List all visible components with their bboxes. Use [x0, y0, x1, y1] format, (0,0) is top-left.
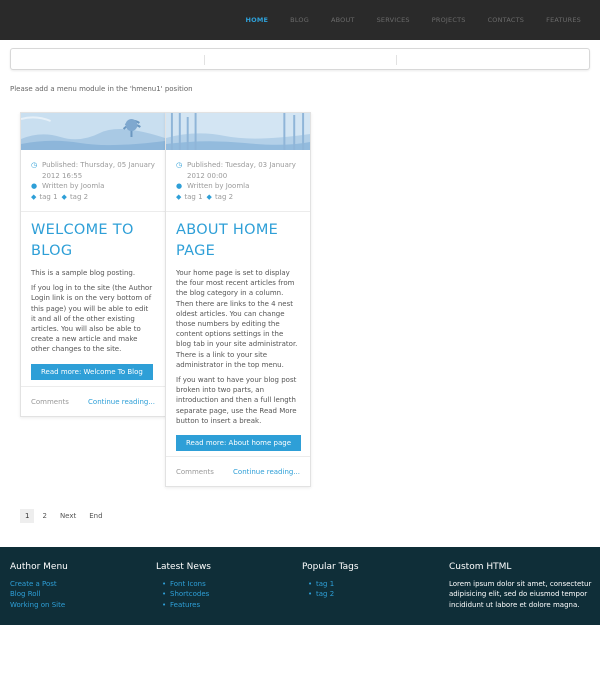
article-paragraph: Your home page is set to display the fou…	[176, 269, 298, 369]
tag-link[interactable]: tag 1	[39, 192, 57, 203]
latest-news-list: Font Icons Shortcodes Features	[156, 579, 211, 611]
menu-module-notice: Please add a menu module in the 'hmenu1'…	[10, 85, 193, 93]
footer-heading: Custom HTML	[449, 562, 512, 572]
footer-link[interactable]: Working on Site	[10, 600, 68, 611]
footer-heading: Author Menu	[10, 562, 68, 572]
footer-heading: Popular Tags	[302, 562, 359, 572]
footer-link[interactable]: Blog Roll	[10, 589, 68, 600]
footer-list-item[interactable]: Shortcodes	[162, 589, 211, 600]
nav-contacts[interactable]: CONTACTS	[477, 16, 536, 24]
tag-icon: ◆	[206, 192, 212, 201]
blog-article-card: ◷ Published: Tuesday, 03 January 2012 00…	[165, 112, 311, 487]
user-icon: ●	[31, 182, 38, 190]
published-date: Published: Thursday, 05 January 2012 16:…	[42, 161, 155, 180]
next-page-link[interactable]: Next	[55, 509, 81, 523]
article-title[interactable]: WELCOME TO BLOG	[21, 212, 165, 262]
article-paragraph: This is a sample blog posting.	[31, 269, 136, 277]
article-body: Your home page is set to display the fou…	[166, 262, 310, 426]
clock-icon: ◷	[31, 161, 38, 169]
tag-link[interactable]: tag 1	[184, 192, 202, 203]
header-module-strip	[10, 48, 590, 70]
article-header-image	[166, 113, 310, 150]
comments-link[interactable]: Comments	[31, 398, 69, 406]
article-meta: ◷ Published: Thursday, 05 January 2012 1…	[21, 150, 165, 212]
page-2-link[interactable]: 2	[37, 509, 51, 523]
article-title[interactable]: ABOUT HOME PAGE	[166, 212, 310, 262]
nav-about[interactable]: ABOUT	[320, 16, 366, 24]
footer-list-item[interactable]: tag 1	[308, 579, 359, 590]
blog-article-card: ◷ Published: Thursday, 05 January 2012 1…	[20, 112, 166, 417]
footer-custom-html: Custom HTML Lorem ipsum dolor sit amet, …	[449, 562, 594, 610]
article-paragraph: If you log in to the site (the Author Lo…	[31, 284, 153, 354]
tag-icon: ◆	[176, 192, 182, 201]
clock-icon: ◷	[176, 161, 183, 169]
site-footer: Author Menu Create a Post Blog Roll Work…	[0, 547, 600, 625]
tag-icon: ◆	[31, 192, 37, 201]
footer-author-menu: Author Menu Create a Post Blog Roll Work…	[10, 562, 68, 610]
tag-link[interactable]: tag 2	[215, 192, 233, 203]
top-navigation-bar: HOME BLOG ABOUT SERVICES PROJECTS CONTAC…	[0, 0, 600, 40]
footer-heading: Latest News	[156, 562, 211, 572]
nav-features[interactable]: FEATURES	[535, 16, 592, 24]
page-1-link[interactable]: 1	[20, 509, 35, 523]
article-body: This is a sample blog posting. If you lo…	[21, 262, 165, 355]
footer-popular-tags: Popular Tags tag 1 tag 2	[302, 562, 359, 600]
article-footer: Comments Continue reading...	[21, 386, 165, 416]
user-icon: ●	[176, 182, 183, 190]
published-date: Published: Tuesday, 03 January 2012 00:0…	[187, 161, 296, 180]
pagination: 1 2 Next End	[20, 509, 111, 523]
nav-services[interactable]: SERVICES	[366, 16, 421, 24]
nav-blog[interactable]: BLOG	[279, 16, 320, 24]
author-name: Written by Joomla	[187, 182, 250, 190]
popular-tags-list: tag 1 tag 2	[302, 579, 359, 600]
read-more-button[interactable]: Read more: Welcome To Blog	[31, 363, 153, 380]
footer-list-item[interactable]: Font Icons	[162, 579, 211, 590]
continue-reading-link[interactable]: Continue reading...	[88, 398, 155, 406]
strip-divider	[396, 55, 397, 65]
footer-list-item[interactable]: Features	[162, 600, 211, 611]
main-menu: HOME BLOG ABOUT SERVICES PROJECTS CONTAC…	[234, 0, 592, 40]
comments-link[interactable]: Comments	[176, 468, 214, 476]
footer-latest-news: Latest News Font Icons Shortcodes Featur…	[156, 562, 211, 610]
article-paragraph: If you want to have your blog post broke…	[176, 376, 297, 425]
nav-projects[interactable]: PROJECTS	[421, 16, 477, 24]
continue-reading-link[interactable]: Continue reading...	[233, 468, 300, 476]
nav-home[interactable]: HOME	[234, 16, 279, 24]
tag-icon: ◆	[61, 192, 67, 201]
article-meta: ◷ Published: Tuesday, 03 January 2012 00…	[166, 150, 310, 212]
author-name: Written by Joomla	[42, 182, 105, 190]
tag-link[interactable]: tag 2	[70, 192, 88, 203]
article-header-image	[21, 113, 165, 150]
footer-link[interactable]: Create a Post	[10, 579, 68, 590]
footer-text: Lorem ipsum dolor sit amet, consectetur …	[449, 579, 592, 609]
article-footer: Comments Continue reading...	[166, 456, 310, 486]
end-page-link[interactable]: End	[84, 509, 107, 523]
footer-list-item[interactable]: tag 2	[308, 589, 359, 600]
strip-divider	[204, 55, 205, 65]
read-more-button[interactable]: Read more: About home page	[176, 435, 302, 452]
